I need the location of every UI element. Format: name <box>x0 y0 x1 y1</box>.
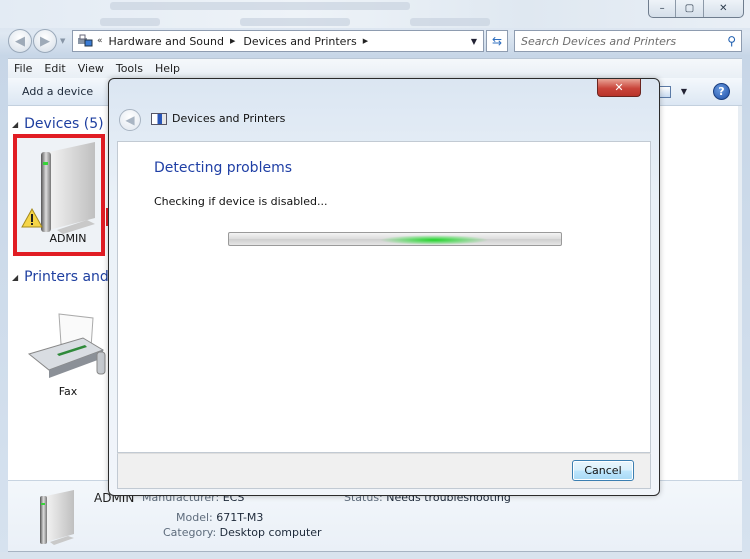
address-bar[interactable]: « Hardware and Sound ▶ Devices and Print… <box>72 30 484 52</box>
device-label: ADMIN <box>49 232 87 245</box>
fax-icon <box>27 313 106 378</box>
collapse-triangle-icon[interactable]: ◢ <box>12 120 18 129</box>
breadcrumb-devices-and-printers[interactable]: Devices and Printers <box>243 35 356 48</box>
category-label: Category: <box>163 526 217 539</box>
breadcrumb-separator-icon[interactable]: ▶ <box>230 37 235 45</box>
add-device-button[interactable]: Add a device <box>22 85 93 98</box>
blurred-tab <box>100 18 160 26</box>
search-icon[interactable]: ⚲ <box>727 34 736 48</box>
dialog-close-button[interactable]: ✕ <box>597 79 641 97</box>
maximize-button[interactable]: ▢ <box>676 0 704 17</box>
breadcrumb-overflow[interactable]: « <box>97 36 103 46</box>
forward-arrow-icon: ▶ <box>40 33 50 49</box>
dialog-title-text: Devices and Printers <box>172 112 286 125</box>
view-options-dropdown-icon[interactable]: ▼ <box>681 87 687 96</box>
details-model: Model: 671T-M3 <box>176 511 263 524</box>
menu-edit[interactable]: Edit <box>44 62 65 75</box>
vertical-scrollbar[interactable] <box>738 106 742 480</box>
menu-bar: File Edit View Tools Help <box>8 58 742 78</box>
device-item-admin[interactable]: ADMIN <box>13 134 105 256</box>
group-header-devices[interactable]: ◢ Devices (5) <box>12 116 104 132</box>
blurred-address <box>110 2 410 10</box>
window-frame-bottom <box>0 552 750 559</box>
recent-pages-dropdown[interactable]: ▼ <box>60 37 65 45</box>
refresh-icon: ⇆ <box>491 34 503 48</box>
device-label: Fax <box>58 385 78 398</box>
back-button[interactable]: ◀ <box>8 29 32 53</box>
forward-button[interactable]: ▶ <box>33 29 57 53</box>
dialog-heading: Detecting problems <box>154 160 293 176</box>
back-arrow-icon: ◀ <box>125 113 135 127</box>
menu-tools[interactable]: Tools <box>116 62 143 75</box>
device-item-fax[interactable]: Fax <box>18 310 118 398</box>
devices-printers-icon <box>77 34 93 48</box>
blurred-tab <box>240 18 350 26</box>
blurred-tab <box>410 18 490 26</box>
dialog-body: Detecting problems Checking if device is… <box>117 141 651 453</box>
address-dropdown-icon[interactable]: ▼ <box>465 31 483 51</box>
menu-file[interactable]: File <box>14 62 32 75</box>
collapse-triangle-icon[interactable]: ◢ <box>12 273 18 282</box>
warning-icon <box>21 208 43 228</box>
progress-bar <box>228 232 562 246</box>
details-category: Category: Desktop computer <box>163 526 322 539</box>
dialog-status-text: Checking if device is disabled... <box>154 195 328 208</box>
menu-help[interactable]: Help <box>155 62 180 75</box>
menu-view[interactable]: View <box>78 62 104 75</box>
group-title: Devices (5) <box>24 116 104 132</box>
search-placeholder: Search Devices and Printers <box>521 34 677 48</box>
search-input[interactable]: Search Devices and Printers ⚲ <box>514 30 742 52</box>
navigation-buttons: ◀ ▶ ▼ <box>8 29 65 53</box>
window-controls: – ▢ ✕ <box>648 0 744 18</box>
refresh-button[interactable]: ⇆ <box>486 30 508 52</box>
minimize-button[interactable]: – <box>649 0 677 17</box>
help-icon[interactable]: ? <box>713 83 730 100</box>
devices-printers-icon <box>151 112 167 125</box>
model-label: Model: <box>176 511 213 524</box>
troubleshooter-dialog: ✕ ◀ Devices and Printers Detecting probl… <box>108 78 660 496</box>
dialog-back-button[interactable]: ◀ <box>119 109 141 131</box>
dialog-footer: Cancel <box>117 453 651 489</box>
progress-marquee <box>379 235 489 245</box>
background-browser-bar <box>0 0 750 28</box>
breadcrumb-separator-icon[interactable]: ▶ <box>363 37 368 45</box>
dialog-title: Devices and Printers <box>151 112 285 125</box>
close-window-button[interactable]: ✕ <box>704 0 743 17</box>
cancel-button[interactable]: Cancel <box>572 460 634 481</box>
model-value: 671T-M3 <box>216 511 264 524</box>
category-value: Desktop computer <box>219 526 322 539</box>
breadcrumb-hardware-and-sound[interactable]: Hardware and Sound <box>109 35 224 48</box>
back-arrow-icon: ◀ <box>15 33 25 49</box>
details-computer-icon <box>40 490 74 545</box>
group-title: Printers and F <box>24 269 122 285</box>
group-header-printers[interactable]: ◢ Printers and F <box>12 269 121 285</box>
